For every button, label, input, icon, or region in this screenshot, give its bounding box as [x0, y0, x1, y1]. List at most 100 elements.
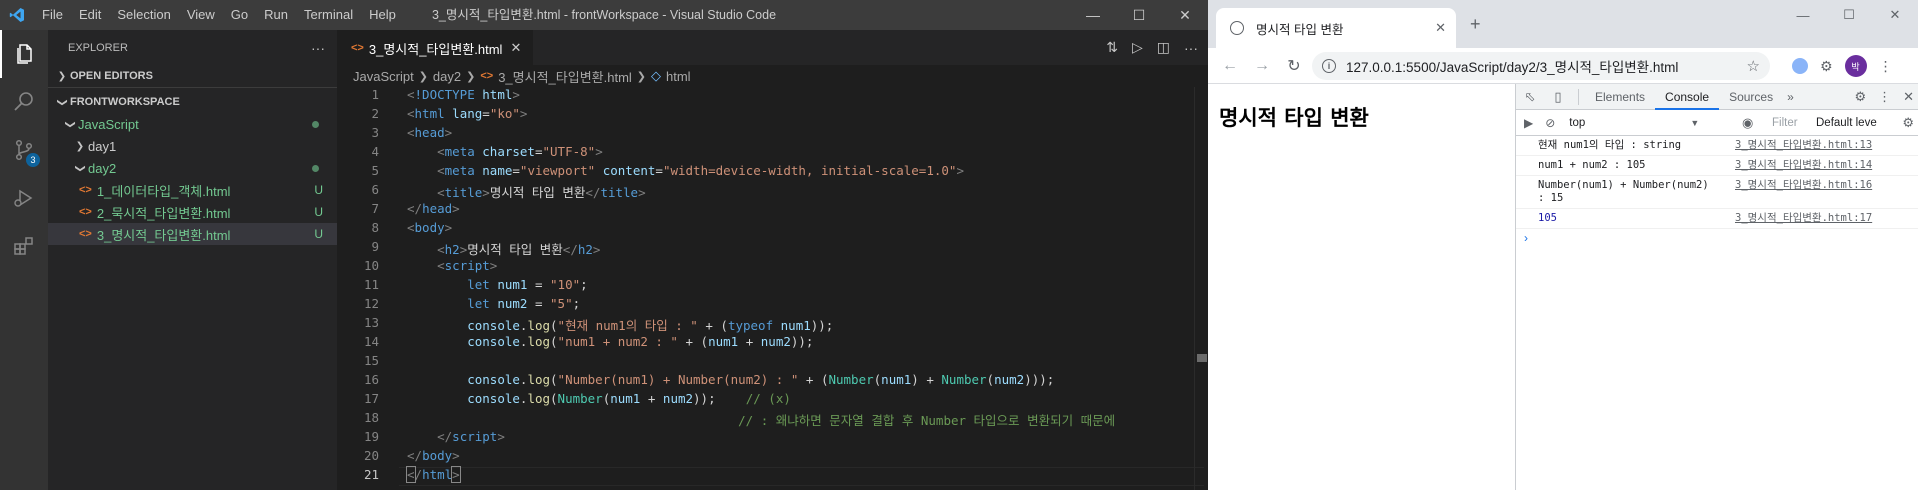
tree-file[interactable]: <> 2_묵시적_타입변환.html U [48, 201, 337, 223]
browser-tab[interactable]: 명시적 타입 변환 ✕ [1216, 8, 1456, 48]
open-changes-icon[interactable]: ⇅ [1106, 39, 1118, 56]
url-text: 127.0.0.1:5500/JavaScript/day2/3_명시적_타입변… [1346, 60, 1679, 75]
tree-file-selected[interactable]: <> 3_명시적_타입변환.html U [48, 223, 337, 245]
reload-icon[interactable]: ↻ [1278, 56, 1310, 76]
tree-folder-day1[interactable]: ❯ day1 [48, 135, 337, 157]
code-line: <meta charset="UTF-8"> [437, 144, 603, 159]
code-editor[interactable]: 1 2 3 4 5 6 7 8 9 10 11 12 13 14 15 16 1… [337, 87, 1208, 490]
breadcrumb: JavaScript ❯ day2 ❯ <> 3_명시적_타입변환.html ❯… [337, 65, 1208, 87]
modified-dot-icon [312, 164, 319, 172]
source-control-icon[interactable]: 3 [0, 126, 48, 174]
breadcrumb-item[interactable]: JavaScript [353, 69, 414, 84]
maximize-icon[interactable]: ☐ [1116, 0, 1162, 30]
html-file-icon: <> [79, 206, 92, 218]
devtools-menu-icon[interactable]: ⋮ [1878, 89, 1891, 105]
chevron-down-icon: ❯ [64, 119, 76, 129]
close-icon[interactable]: ✕ [1872, 0, 1918, 30]
tab-active-file[interactable]: <> 3_명시적_타입변환.html ✕ [337, 30, 533, 65]
context-selector[interactable]: top ▼ [1563, 113, 1703, 133]
bookmark-star-icon[interactable]: ☆ [1747, 57, 1760, 75]
settings-gear-icon[interactable]: ⚙ [1854, 89, 1866, 105]
run-debug-icon[interactable] [0, 174, 48, 222]
log-source-link[interactable]: 3_명시적_타입변환.html:16 [1735, 179, 1872, 192]
maximize-icon[interactable]: ☐ [1826, 0, 1872, 30]
menu-item-view[interactable]: View [179, 0, 223, 30]
log-source-link[interactable]: 3_명시적_타입변환.html:14 [1735, 159, 1872, 172]
minimize-icon[interactable]: — [1780, 0, 1826, 30]
menu-item-go[interactable]: Go [223, 0, 256, 30]
search-icon[interactable] [0, 78, 48, 126]
line-number: 19 [363, 429, 379, 444]
explorer-icon[interactable] [0, 30, 48, 78]
filter-input[interactable]: Filter [1768, 113, 1812, 133]
puzzle-icon[interactable]: ⚙ [1820, 58, 1833, 75]
more-actions-icon[interactable]: ··· [311, 40, 325, 56]
tab-sources[interactable]: Sources [1719, 84, 1783, 110]
more-tabs-icon[interactable]: » [1783, 90, 1798, 104]
chevron-right-icon: ❯ [75, 140, 85, 152]
page-viewport: 명시적 타입 변환 [1208, 84, 1515, 490]
minimize-icon[interactable]: — [1070, 0, 1116, 30]
line-number: 8 [371, 220, 379, 235]
close-icon[interactable]: ✕ [1162, 0, 1208, 30]
code-line: </body> [407, 448, 460, 463]
forward-icon[interactable]: → [1246, 57, 1278, 75]
menu-item-help[interactable]: Help [361, 0, 404, 30]
folder-label: day2 [88, 160, 117, 176]
tree-file[interactable]: <> 1_데이터타입_객체.html U [48, 179, 337, 201]
extensions-icon[interactable] [0, 222, 48, 270]
line-number: 13 [363, 315, 379, 330]
device-toolbar-icon[interactable]: ▯ [1544, 89, 1572, 105]
menu-item-run[interactable]: Run [256, 0, 296, 30]
tree-folder-day2[interactable]: ❯ day2 [48, 157, 337, 179]
breadcrumb-item[interactable]: html [666, 69, 691, 84]
close-tab-icon[interactable]: ✕ [510, 40, 521, 56]
menu-item-selection[interactable]: Selection [109, 0, 178, 30]
code-line: console.log(Number(num1 + num2)); // (x) [467, 391, 791, 406]
breadcrumb-item[interactable]: 3_명시적_타입변환.html [498, 67, 632, 86]
tab-elements[interactable]: Elements [1585, 84, 1655, 110]
menu-item-edit[interactable]: Edit [71, 0, 109, 30]
devtools-tab-bar: ⬁ ▯ Elements Console Sources » ⚙ ⋮ ✕ [1516, 84, 1918, 110]
console-prompt[interactable]: › [1516, 229, 1918, 245]
breadcrumb-item[interactable]: day2 [433, 69, 461, 84]
address-bar[interactable]: i 127.0.0.1:5500/JavaScript/day2/3_명시적_타… [1312, 52, 1770, 80]
extensions-area: ⚙ 박 ⋮ [1792, 52, 1893, 80]
new-tab-icon[interactable]: + [1470, 14, 1481, 35]
menu-item-file[interactable]: File [34, 0, 71, 30]
close-tab-icon[interactable]: ✕ [1435, 20, 1446, 36]
tree-folder-javascript[interactable]: ❯ JavaScript [48, 113, 337, 135]
more-actions-icon[interactable]: ··· [1184, 40, 1198, 56]
log-source-link[interactable]: 3_명시적_타입변환.html:17 [1735, 212, 1872, 225]
log-message: 105 [1538, 212, 1557, 224]
menu-item-terminal[interactable]: Terminal [296, 0, 361, 30]
browser-menu-icon[interactable]: ⋮ [1879, 58, 1893, 75]
open-editors-label: OPEN EDITORS [70, 70, 153, 82]
explorer-sidebar: EXPLORER ··· ❯ OPEN EDITORS ❯ FRONTWORKS… [48, 30, 337, 490]
avatar[interactable]: 박 [1844, 55, 1867, 77]
editor-scrollbar[interactable] [1194, 87, 1208, 490]
devtools-panel: ⬁ ▯ Elements Console Sources » ⚙ ⋮ ✕ ▶ ⊘… [1515, 84, 1918, 490]
sidebar-toggle-icon[interactable]: ▶ [1524, 116, 1533, 130]
run-icon[interactable]: ▷ [1132, 39, 1143, 56]
html-file-icon: <> [79, 228, 92, 240]
console-settings-icon[interactable]: ⚙ [1902, 110, 1914, 136]
console-log-entry: Number(num1) + Number(num2) : 15 3_명시적_타… [1516, 176, 1918, 209]
inspect-element-icon[interactable]: ⬁ [1516, 89, 1544, 105]
log-source-link[interactable]: 3_명시적_타입변환.html:13 [1735, 139, 1872, 152]
workspace-section[interactable]: ❯ FRONTWORKSPACE [48, 91, 337, 113]
log-message: Number(num1) + Number(num2) : 15 [1538, 179, 1716, 204]
tab-console[interactable]: Console [1655, 84, 1720, 110]
menu-bar: File Edit Selection View Go Run Terminal Help [34, 0, 404, 30]
log-levels-dropdown[interactable]: Default leve [1816, 110, 1877, 136]
close-devtools-icon[interactable]: ✕ [1903, 89, 1914, 105]
clear-console-icon[interactable]: ⊘ [1545, 116, 1555, 130]
window-controls: — ☐ ✕ [1070, 0, 1208, 30]
open-editors-section[interactable]: ❯ OPEN EDITORS [48, 65, 337, 87]
line-number: 6 [371, 182, 379, 197]
back-icon[interactable]: ← [1214, 57, 1246, 75]
live-expression-eye-icon[interactable]: ◉ [1742, 110, 1753, 136]
extension-icon[interactable] [1792, 58, 1808, 74]
browser-toolbar: ← → ↻ i 127.0.0.1:5500/JavaScript/day2/3… [1208, 48, 1918, 84]
split-editor-icon[interactable]: ◫ [1157, 39, 1170, 56]
